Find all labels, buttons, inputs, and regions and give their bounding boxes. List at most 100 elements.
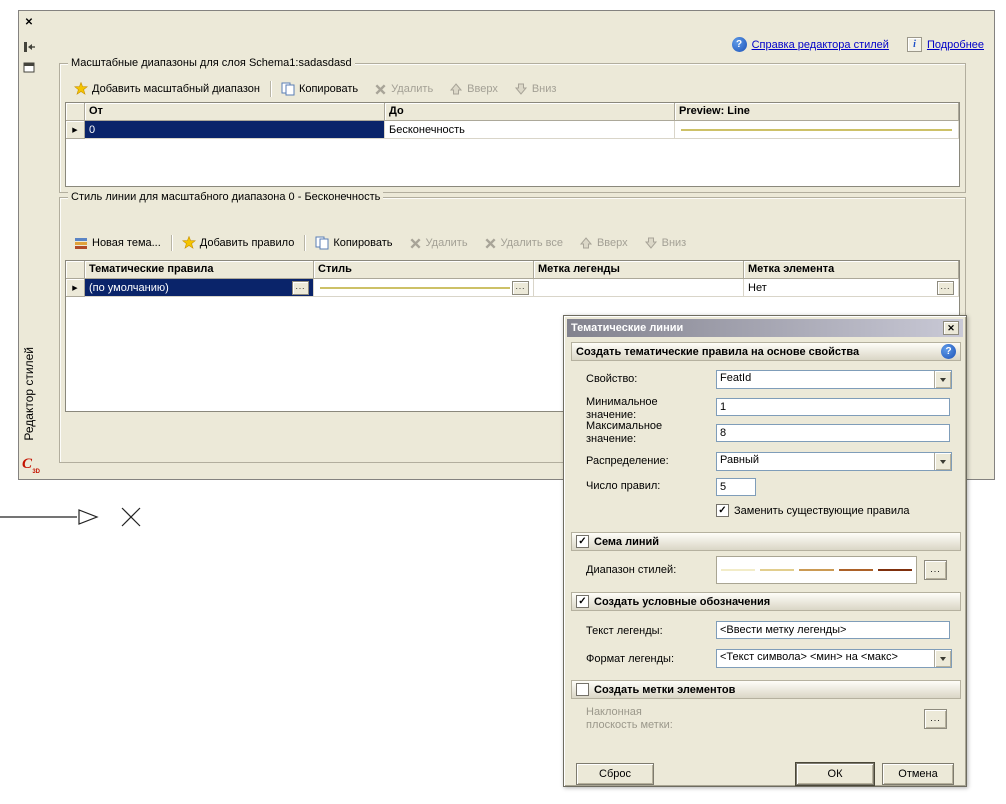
close-icon: ✕: [947, 323, 955, 334]
ramp-segment: [799, 569, 833, 571]
info-icon: i: [907, 37, 922, 52]
rule-condition-browse-button[interactable]: ...: [292, 281, 309, 295]
column-header-rules[interactable]: Тематические правила: [85, 261, 314, 279]
column-header-to[interactable]: До: [385, 103, 675, 121]
property-value: FeatId: [717, 371, 934, 388]
slope-plane-label: Наклонная плоскость метки:: [586, 706, 696, 732]
rule-style-cell[interactable]: ...: [314, 279, 534, 297]
replace-rules-checkbox[interactable]: ✓: [716, 504, 729, 517]
style-browse-button[interactable]: ...: [512, 281, 529, 295]
check-icon: ✓: [578, 536, 586, 547]
legend-text-label: Текст легенды:: [586, 625, 711, 638]
row-selector-cell[interactable]: ▶: [66, 279, 85, 297]
panel-side-bar: ✕ Редактор стилей C 3D: [19, 11, 39, 479]
row-selector-header: [66, 103, 85, 121]
style-range-browse-button[interactable]: ...: [924, 560, 947, 580]
line-theme-checkbox[interactable]: ✓: [576, 535, 589, 548]
rule-row[interactable]: ▶ (по умолчанию) ... ... Нет ...: [66, 279, 959, 297]
copy-range-button[interactable]: Копировать: [273, 80, 366, 98]
rule-count-input[interactable]: [716, 478, 756, 496]
line-preview-sample: [681, 129, 952, 131]
scale-ranges-group-title: Масштабные диапазоны для слоя Schema1:sa…: [68, 57, 355, 69]
move-rule-up-button[interactable]: Вверх: [571, 234, 636, 252]
row-selector-icon: ▶: [72, 126, 77, 134]
rule-legend-label-cell[interactable]: [534, 279, 744, 297]
auto-hide-icon: [23, 41, 35, 53]
legend-text-input[interactable]: [716, 621, 950, 639]
panel-title: Редактор стилей: [22, 347, 36, 441]
dialog-titlebar[interactable]: Тематические линии ✕: [567, 319, 963, 337]
reset-button[interactable]: Сброс: [576, 763, 654, 785]
slope-plane-browse-button[interactable]: ...: [924, 709, 947, 729]
more-info-link[interactable]: Подробнее: [927, 39, 984, 51]
theme-lines-dialog: Тематические линии ✕ Создать тематически…: [563, 315, 967, 787]
column-header-style[interactable]: Стиль: [314, 261, 534, 279]
element-label-browse-button[interactable]: ...: [937, 281, 954, 295]
column-header-preview[interactable]: Preview: Line: [675, 103, 959, 121]
property-combobox[interactable]: FeatId: [716, 370, 952, 389]
ramp-segment: [721, 569, 755, 571]
legend-checkbox[interactable]: ✓: [576, 595, 589, 608]
min-value-label: Минимальное значение:: [586, 396, 681, 422]
dialog-header-band: Создать тематические правила на основе с…: [571, 342, 961, 361]
scale-ranges-group: Масштабные диапазоны для слоя Schema1:sa…: [59, 63, 966, 193]
move-range-down-button[interactable]: Вниз: [506, 80, 565, 98]
help-icon[interactable]: ?: [941, 344, 956, 359]
min-value-input[interactable]: [716, 398, 950, 416]
legend-format-combobox[interactable]: <Текст символа> <мин> на <макс>: [716, 649, 952, 668]
delete-all-rules-button[interactable]: Удалить все: [476, 235, 571, 252]
max-value-label: Максимальное значение:: [586, 420, 681, 446]
scale-range-row[interactable]: ▶ 0 Бесконечность: [66, 121, 959, 139]
panel-close-button[interactable]: ✕: [21, 15, 37, 30]
line-theme-section-title: Сема линий: [594, 536, 659, 548]
delete-range-button[interactable]: Удалить: [366, 81, 441, 98]
scale-ranges-table: От До Preview: Line ▶ 0 Бесконечность: [65, 102, 960, 187]
move-range-up-button[interactable]: Вверх: [441, 80, 506, 98]
dropdown-button[interactable]: [934, 371, 951, 388]
copy-icon: [315, 236, 329, 250]
copy-rule-button[interactable]: Копировать: [307, 234, 400, 252]
style-editor-help-link[interactable]: Справка редактора стилей: [752, 39, 889, 51]
add-rule-button[interactable]: Добавить правило: [174, 234, 303, 252]
new-item-star-icon: [182, 236, 196, 250]
scale-ranges-toolbar: Добавить масштабный диапазон Копировать: [66, 78, 564, 100]
move-rule-down-button[interactable]: Вниз: [636, 234, 695, 252]
column-header-legend-label[interactable]: Метка легенды: [534, 261, 744, 279]
max-value-input[interactable]: [716, 424, 950, 442]
map3d-logo-icon: C 3D: [22, 456, 38, 475]
dialog-header-text: Создать тематические правила на основе с…: [576, 346, 859, 358]
range-from-cell[interactable]: 0: [85, 121, 385, 139]
column-header-element-label[interactable]: Метка элемента: [744, 261, 959, 279]
line-theme-section-band: ✓ Сема линий: [571, 532, 961, 551]
feature-labels-section-band: Создать метки элементов: [571, 680, 961, 699]
new-theme-button[interactable]: Новая тема...: [66, 234, 169, 252]
row-selector-cell[interactable]: ▶: [66, 121, 85, 139]
cancel-button[interactable]: Отмена: [882, 763, 954, 785]
distribution-combobox[interactable]: Равный: [716, 452, 952, 471]
toolbar-separator: [304, 235, 305, 251]
legend-section-band: ✓ Создать условные обозначения: [571, 592, 961, 611]
rules-header: Тематические правила Стиль Метка легенды…: [66, 261, 959, 279]
range-to-cell[interactable]: Бесконечность: [385, 121, 675, 139]
rule-name-cell[interactable]: (по умолчанию) ...: [85, 279, 314, 297]
dropdown-button[interactable]: [934, 650, 951, 667]
screen: ✕ Редактор стилей C 3D: [0, 0, 1006, 804]
delete-all-x-icon: [484, 237, 497, 250]
chevron-down-icon: [940, 657, 946, 661]
panel-autohide-button[interactable]: [21, 39, 37, 54]
ramp-segment: [839, 569, 873, 571]
panel-properties-button[interactable]: [21, 59, 37, 74]
delete-x-icon: [374, 83, 387, 96]
dialog-close-button[interactable]: ✕: [943, 321, 959, 335]
ok-button[interactable]: ОК: [796, 763, 874, 785]
distribution-label: Распределение:: [586, 455, 711, 468]
add-scale-range-button[interactable]: Добавить масштабный диапазон: [66, 80, 268, 98]
range-preview-cell[interactable]: [675, 121, 959, 139]
feature-labels-checkbox[interactable]: [576, 683, 589, 696]
dropdown-button[interactable]: [934, 453, 951, 470]
properties-window-icon: [23, 61, 35, 73]
rule-element-label-cell[interactable]: Нет ...: [744, 279, 959, 297]
delete-rule-button[interactable]: Удалить: [401, 235, 476, 252]
arrow-down-icon: [514, 82, 528, 96]
column-header-from[interactable]: От: [85, 103, 385, 121]
